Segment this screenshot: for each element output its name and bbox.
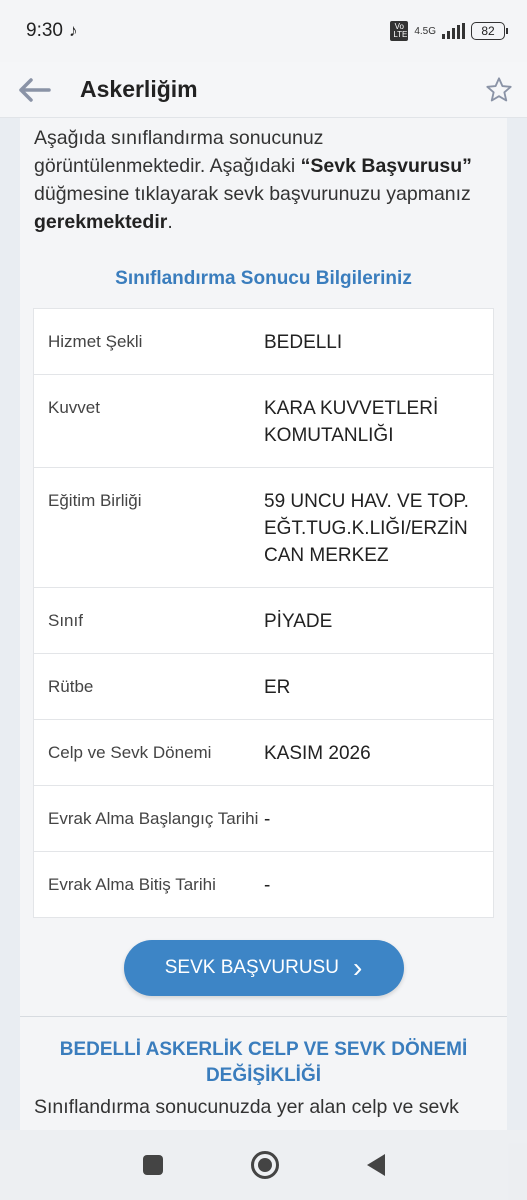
row-value: KASIM 2026 (264, 743, 371, 764)
intro-text-part: düğmesine tıklayarak sevk başvurunuzu ya… (34, 183, 471, 205)
row-value: BEDELLI (264, 332, 343, 353)
battery-icon: 82 (471, 22, 508, 40)
classification-table: Hizmet Şekli BEDELLI Kuvvet KARA KUVVETL… (33, 308, 494, 918)
row-label: Rütbe (48, 677, 94, 696)
volte-icon: Vo LTE (390, 21, 409, 41)
row-value: - (264, 809, 271, 830)
row-label: Evrak Alma Başlangıç Tarihi (48, 809, 259, 828)
row-label: Sınıf (48, 611, 83, 630)
page-title: Askerliğim (80, 76, 198, 102)
favorite-button[interactable] (471, 62, 527, 118)
row-label: Hizmet Şekli (48, 332, 143, 351)
section-title: Sınıflandırma Sonucu Bilgileriniz (115, 268, 412, 289)
sevk-basvurusu-button[interactable]: SEVK BAŞVURUSU › (123, 940, 404, 996)
section2-title: BEDELLİ ASKERLİK CELP VE SEVK DÖNEMİ DEĞ… (59, 1039, 468, 1086)
arrow-left-icon (19, 77, 51, 102)
intro-text: Aşağıda sınıflandırma sonucunuz görüntül… (20, 118, 507, 236)
status-bar: 9:30 ♪ Vo LTE 4.5G 82 (0, 0, 527, 62)
home-icon[interactable] (250, 1151, 279, 1179)
row-value: ER (264, 677, 291, 698)
table-row: Hizmet Şekli BEDELLI (34, 309, 493, 375)
intro-bold-gerekmektedir: gerekmektedir (34, 211, 168, 233)
row-label: Evrak Alma Bitiş Tarihi (48, 875, 216, 894)
sevk-button-label: SEVK BAŞVURUSU (164, 957, 339, 978)
recent-apps-icon[interactable] (142, 1155, 163, 1175)
row-value: KARA KUVVETLERİ KOMUTANLIĞI (264, 398, 439, 446)
table-row: Sınıf PİYADE (34, 588, 493, 654)
chevron-right-icon: › (352, 952, 363, 983)
star-icon (486, 76, 512, 101)
status-icons: Vo LTE 4.5G 82 (390, 21, 508, 41)
row-label: Eğitim Birliği (48, 491, 142, 510)
signal-strength-icon (442, 23, 465, 39)
row-label: Celp ve Sevk Dönemi (48, 743, 212, 762)
section2-text: Sınıflandırma sonucunuzda yer alan celp … (34, 1096, 459, 1118)
content-card: Aşağıda sınıflandırma sonucunuz görüntül… (20, 118, 507, 1158)
section-divider (20, 1016, 507, 1017)
intro-text-part: Aşağıda sınıflandırma sonucunuz görüntül… (34, 127, 324, 177)
row-value: 59 UNCU HAV. VE TOP.EĞT.TUG.K.LIĞI/ERZİN… (264, 491, 469, 566)
row-value: - (264, 875, 271, 896)
intro-bold-sevk: “Sevk Başvurusu” (300, 155, 472, 177)
table-row: Evrak Alma Başlangıç Tarihi - (34, 786, 493, 852)
table-row: Kuvvet KARA KUVVETLERİ KOMUTANLIĞI (34, 375, 493, 468)
network-type-label: 4.5G (414, 25, 436, 37)
back-triangle-icon[interactable] (366, 1154, 385, 1176)
status-time: 9:30 (26, 20, 63, 41)
row-label: Kuvvet (48, 398, 100, 417)
table-row: Celp ve Sevk Dönemi KASIM 2026 (34, 720, 493, 786)
table-row: Evrak Alma Bitiş Tarihi - (34, 852, 493, 917)
table-row: Eğitim Birliği 59 UNCU HAV. VE TOP.EĞT.T… (34, 468, 493, 588)
table-row: Rütbe ER (34, 654, 493, 720)
tiktok-notification-icon: ♪ (68, 21, 78, 40)
system-nav-bar (0, 1130, 527, 1200)
app-header: Askerliğim (0, 62, 527, 118)
row-value: PİYADE (264, 611, 333, 632)
back-button[interactable] (0, 62, 70, 118)
intro-text-part: . (167, 211, 173, 233)
